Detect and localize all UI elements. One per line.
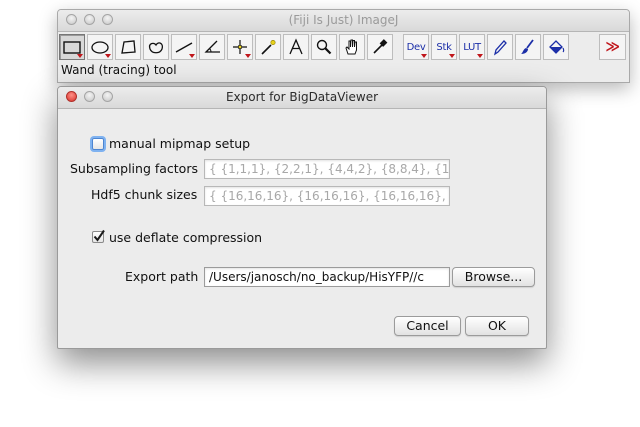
paintbrush-tool-button[interactable] xyxy=(515,34,541,60)
hand-tool-icon xyxy=(345,39,357,55)
wand-tool-icon xyxy=(261,39,276,55)
flood-fill-tool-icon xyxy=(549,40,565,54)
rectangle-tool-button[interactable] xyxy=(59,34,85,60)
export-path-field[interactable]: /Users/janosch/no_backup/HisYFP//c xyxy=(204,267,450,287)
freehand-tool-button[interactable] xyxy=(143,34,169,60)
hdf5-chunk-sizes-field[interactable]: { {16,16,16}, {16,16,16}, {16,16,16}, {1 xyxy=(204,186,450,206)
cancel-button[interactable]: Cancel xyxy=(394,316,461,336)
lut-menu-tool[interactable]: LUT xyxy=(459,34,485,60)
line-tool-button[interactable] xyxy=(171,34,197,60)
manual-mipmap-checkbox[interactable] xyxy=(92,138,104,150)
text-tool-button[interactable] xyxy=(283,34,309,60)
imagej-window: (Fiji Is Just) ImageJ Dev Stk LUT ≫ Wand… xyxy=(57,9,630,83)
browse-button[interactable]: Browse... xyxy=(452,267,535,287)
subsampling-factors-field[interactable]: { {1,1,1}, {2,2,1}, {4,4,2}, {8,8,4}, {1… xyxy=(204,159,450,179)
oval-tool-button[interactable] xyxy=(87,34,113,60)
pencil-tool-icon xyxy=(493,40,507,56)
point-tool-button[interactable] xyxy=(227,34,253,60)
status-bar-text: Wand (tracing) tool xyxy=(61,63,177,77)
hdf5-chunk-sizes-label: Hdf5 chunk sizes xyxy=(91,187,198,202)
more-tools-icon: ≫ xyxy=(605,39,620,55)
dev-menu-label: Dev xyxy=(406,41,426,53)
wand-tool-button[interactable] xyxy=(255,34,281,60)
subsampling-factors-label: Subsampling factors xyxy=(70,161,198,176)
stk-menu-label: Stk xyxy=(436,41,452,53)
imagej-toolbar: Dev Stk LUT ≫ xyxy=(59,34,628,62)
dropper-tool-icon xyxy=(373,39,388,54)
magnifier-tool-button[interactable] xyxy=(311,34,337,60)
checkmark-icon xyxy=(93,229,105,242)
more-tools-button[interactable]: ≫ xyxy=(599,34,626,60)
polygon-tool-button[interactable] xyxy=(115,34,141,60)
dialog-titlebar[interactable]: Export for BigDataViewer xyxy=(58,87,546,109)
export-path-label: Export path xyxy=(125,269,199,284)
deflate-compression-label[interactable]: use deflate compression xyxy=(109,230,262,245)
pencil-tool-button[interactable] xyxy=(487,34,513,60)
export-dialog: Export for BigDataViewer manual mipmap s… xyxy=(57,86,547,349)
freehand-tool-icon xyxy=(148,42,164,54)
polygon-tool-icon xyxy=(121,40,136,54)
dropper-tool-button[interactable] xyxy=(367,34,393,60)
imagej-titlebar[interactable]: (Fiji Is Just) ImageJ xyxy=(58,10,629,32)
flood-fill-tool-button[interactable] xyxy=(543,34,569,60)
imagej-title: (Fiji Is Just) ImageJ xyxy=(288,13,399,27)
magnifier-tool-icon xyxy=(316,39,332,55)
deflate-compression-checkbox[interactable] xyxy=(92,229,105,243)
lut-menu-label: LUT xyxy=(463,41,481,53)
ok-button[interactable]: OK xyxy=(465,316,529,336)
angle-tool-button[interactable] xyxy=(199,34,225,60)
paintbrush-tool-icon xyxy=(521,39,534,54)
dev-menu-tool[interactable]: Dev xyxy=(403,34,429,60)
manual-mipmap-label[interactable]: manual mipmap setup xyxy=(109,136,250,151)
text-tool-icon xyxy=(289,38,303,55)
angle-tool-icon xyxy=(204,40,220,53)
hand-tool-button[interactable] xyxy=(339,34,365,60)
dialog-title: Export for BigDataViewer xyxy=(225,90,379,104)
stk-menu-tool[interactable]: Stk xyxy=(431,34,457,60)
